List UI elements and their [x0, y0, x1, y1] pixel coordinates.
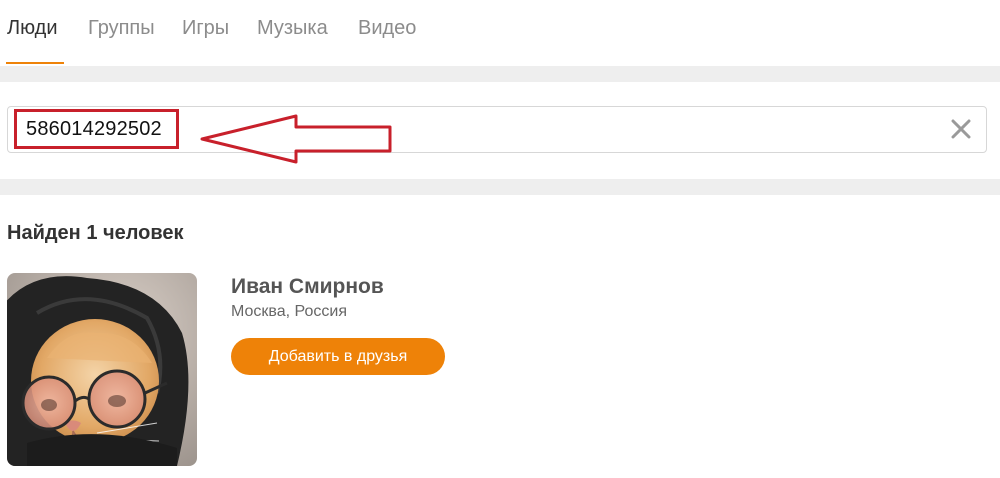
active-tab-indicator — [6, 62, 64, 64]
tab-people[interactable]: Люди — [7, 17, 58, 40]
tab-groups[interactable]: Группы — [88, 17, 155, 40]
tab-music[interactable]: Музыка — [257, 17, 328, 40]
tab-video[interactable]: Видео — [358, 17, 416, 40]
add-friend-button[interactable]: Добавить в друзья — [231, 338, 445, 375]
annotation-arrow-icon — [200, 114, 392, 164]
avatar-cat-image — [7, 273, 197, 466]
person-name-link[interactable]: Иван Смирнов — [231, 275, 384, 299]
results-count-heading: Найден 1 человек — [7, 222, 184, 244]
search-input-value-highlight[interactable]: 586014292502 — [14, 109, 179, 149]
search-category-tabs: Люди Группы Игры Музыка Видео — [0, 0, 1000, 66]
section-divider — [0, 66, 1000, 82]
tab-games[interactable]: Игры — [182, 17, 229, 40]
add-friend-button-label: Добавить в друзья — [268, 347, 408, 365]
close-icon[interactable] — [946, 114, 976, 144]
person-location: Москва, Россия — [231, 303, 347, 320]
section-divider — [0, 179, 1000, 195]
search-query-text: 586014292502 — [26, 117, 162, 140]
avatar[interactable] — [7, 273, 197, 466]
